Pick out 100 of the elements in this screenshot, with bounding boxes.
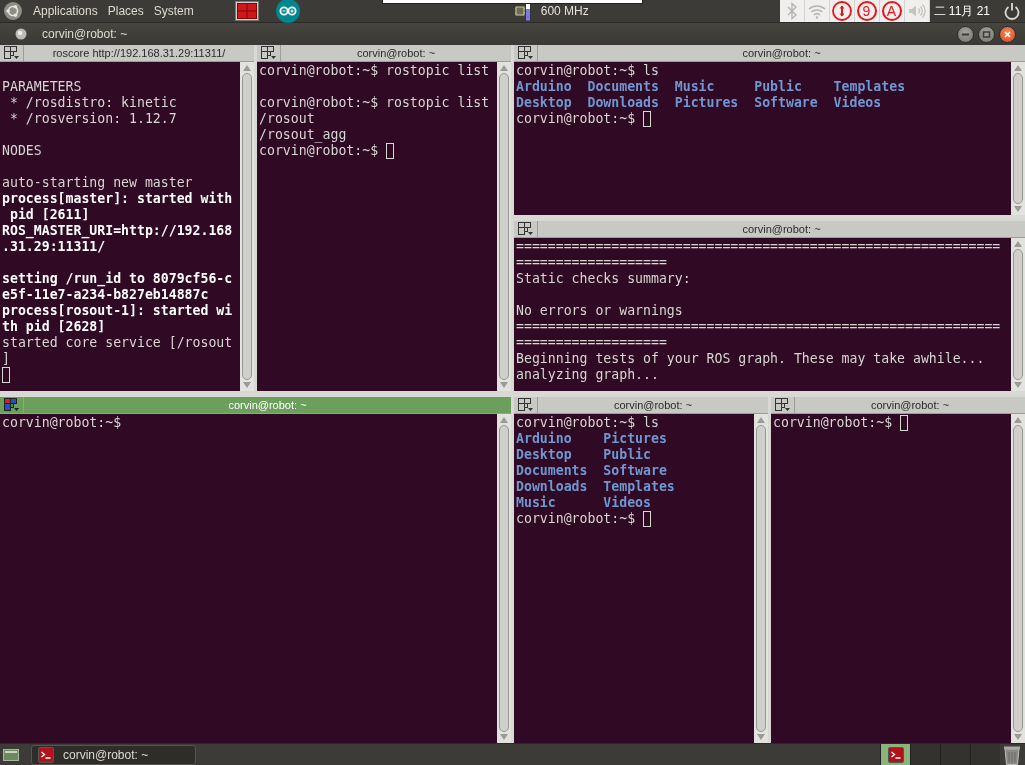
scrollbar[interactable] [240, 62, 254, 391]
scrollbar-thumb[interactable] [1013, 249, 1023, 380]
scrollbar-thumb[interactable] [1013, 425, 1023, 732]
cursor-icon [386, 143, 394, 159]
trash-icon[interactable] [1003, 744, 1021, 765]
terminal-line: NODES [2, 143, 43, 159]
pane-title: corvin@robot: ~ [741, 221, 822, 237]
cpu-frequency[interactable]: 600 MHz [540, 2, 589, 20]
terminal-line: corvin@robot:~$ rostopic list [259, 63, 491, 79]
terminal-line: ] [2, 351, 11, 367]
scroll-up-icon[interactable] [243, 65, 251, 71]
minimize-button[interactable] [957, 25, 974, 43]
pane-title: corvin@robot: ~ [612, 397, 694, 413]
pane-title: corvin@robot: ~ [227, 397, 308, 413]
terminal-line: ============================================================= [516, 319, 1002, 335]
terminal-line: =================== [516, 255, 668, 271]
scroll-up-icon[interactable] [1014, 65, 1022, 71]
cursor-icon [900, 415, 908, 431]
window-title: corvin@robot: ~ [42, 26, 128, 43]
terminal-line: corvin@robot:~$ [516, 111, 636, 127]
terminal-line: Beginning tests of your ROS graph. These may take awhile... [516, 351, 986, 367]
menu-item[interactable]: System [148, 2, 199, 20]
terminal-line: /rosout_agg [259, 127, 348, 143]
scroll-down-icon[interactable] [1014, 734, 1022, 740]
tiles-launcher-icon[interactable] [234, 1, 259, 21]
scroll-up-icon[interactable] [1014, 417, 1022, 423]
terminal-line: corvin@robot:~$ [516, 511, 636, 527]
scroll-up-icon[interactable] [500, 417, 508, 423]
directory-name: Documents [516, 463, 588, 479]
maximize-button[interactable] [978, 25, 995, 43]
terminal-line: * /rosversion: 1.12.7 [8, 111, 178, 127]
workspace-cell[interactable] [880, 744, 910, 765]
scrollbar-thumb[interactable] [499, 73, 509, 380]
scroll-down-icon[interactable] [757, 734, 765, 740]
scroll-up-icon[interactable] [500, 65, 508, 71]
scrollbar[interactable] [1011, 62, 1025, 215]
scroll-up-icon[interactable] [757, 417, 765, 423]
scrollbar[interactable] [497, 414, 511, 743]
directory-name: Downloads [516, 479, 588, 495]
menu-item[interactable]: Applications [28, 2, 103, 20]
directory-name: Desktop [516, 447, 573, 463]
show-desktop-icon[interactable] [3, 747, 19, 762]
terminal-line: /rosout [259, 111, 316, 127]
scrollbar[interactable] [1011, 238, 1025, 391]
directory-name: Public [603, 447, 652, 463]
scrollbar[interactable] [1011, 414, 1025, 743]
terminal-line: PARAMETERS [2, 79, 83, 95]
scroll-down-icon[interactable] [1014, 206, 1022, 212]
directory-name: Arduino [516, 79, 572, 95]
directory-name: Music [516, 495, 557, 511]
terminal-line: No errors or warnings [516, 303, 684, 319]
close-button[interactable] [999, 25, 1016, 43]
scrollbar-thumb[interactable] [242, 73, 252, 380]
pane-title: corvin@robot: ~ [741, 45, 822, 61]
volume-icon[interactable] [907, 2, 926, 20]
scroll-up-icon[interactable] [1014, 241, 1022, 247]
maximize-icon [982, 29, 991, 39]
scrollbar-thumb[interactable] [499, 425, 509, 732]
terminal-line: process[rosout-1]: started wi [2, 303, 234, 319]
workspace-cell[interactable] [970, 744, 1000, 765]
scroll-down-icon[interactable] [500, 734, 508, 740]
split-grid-icon[interactable] [517, 46, 534, 60]
terminal-line: corvin@robot:~$ [773, 415, 893, 431]
menu-item[interactable]: Places [102, 2, 149, 20]
terminal-line: corvin@robot:~$ [259, 143, 379, 159]
scrollbar[interactable] [754, 414, 768, 743]
taskbar-button[interactable]: corvin@robot: ~ [31, 744, 196, 765]
split-grid-icon[interactable] [260, 46, 277, 60]
scroll-down-icon[interactable] [243, 382, 251, 388]
directory-name: Music [674, 79, 716, 95]
terminal-line: .31.29:11311/ [2, 239, 107, 255]
power-icon[interactable] [1004, 2, 1020, 20]
menu-logo-icon[interactable] [4, 2, 22, 20]
workspace-cell[interactable] [940, 744, 970, 765]
split-grid-icon[interactable] [517, 222, 534, 236]
terminal-line: corvin@robot:~$ [2, 415, 123, 431]
split-grid-icon[interactable] [3, 398, 20, 412]
scrollbar[interactable] [497, 62, 511, 391]
workspace-cell[interactable] [910, 744, 940, 765]
clock[interactable]: 二 11月 21 [933, 2, 990, 20]
terminal-line: setting /run_id to 8079cf56-c [2, 271, 234, 287]
directory-name: Arduino [516, 431, 573, 447]
directory-name: Templates [833, 79, 906, 95]
infinity-launcher-icon[interactable] [275, 0, 300, 23]
scroll-down-icon[interactable] [1014, 382, 1022, 388]
scrollbar-thumb[interactable] [1013, 73, 1023, 204]
window-dot-icon[interactable] [15, 28, 27, 40]
scroll-down-icon[interactable] [500, 382, 508, 388]
directory-name: Videos [603, 495, 652, 511]
scrollbar-thumb[interactable] [756, 425, 766, 732]
terminal-line: process[master]: started with [2, 191, 234, 207]
terminal-line: analyzing graph... [516, 367, 660, 383]
cpu-meter-icon[interactable] [514, 1, 531, 21]
split-grid-icon[interactable] [3, 46, 20, 60]
terminal-line: started core service [/rosout [2, 335, 234, 351]
directory-name: Public [754, 79, 803, 95]
pane-title: roscore http://192.168.31.29:11311/ [51, 45, 227, 61]
split-grid-icon[interactable] [517, 398, 534, 412]
split-grid-icon[interactable] [774, 398, 791, 412]
terminal-line: * /rosdistro: kinetic [8, 95, 178, 111]
